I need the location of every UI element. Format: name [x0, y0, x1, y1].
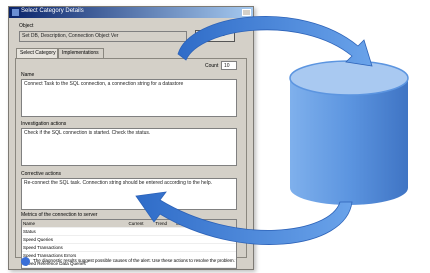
arrows-and-database	[135, 16, 409, 245]
diagram: Select Category Details Object Set DB, D…	[0, 0, 430, 273]
database-icon	[289, 60, 409, 205]
arrow-to-database-icon	[177, 16, 373, 67]
